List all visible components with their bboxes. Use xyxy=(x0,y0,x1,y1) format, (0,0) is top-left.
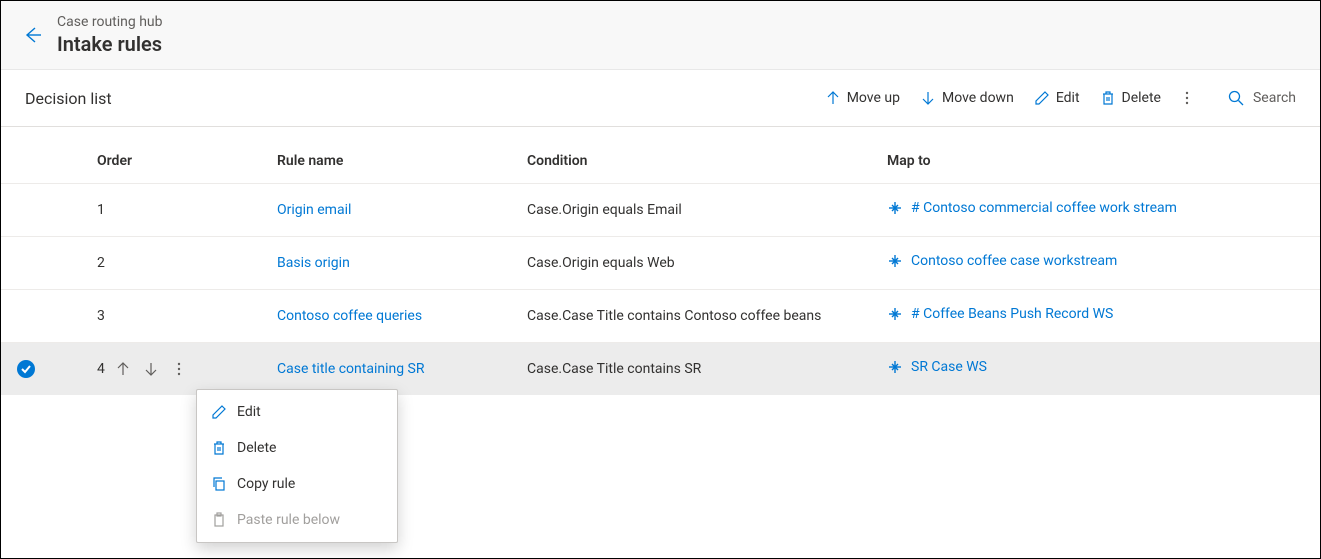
context-paste-label: Paste rule below xyxy=(237,512,340,528)
row-more-button[interactable] xyxy=(171,361,187,377)
arrow-down-icon xyxy=(143,361,159,377)
context-copy-label: Copy rule xyxy=(237,476,295,492)
row-order: 1 xyxy=(97,202,105,218)
arrow-up-icon xyxy=(825,90,841,106)
row-select-checkbox[interactable] xyxy=(17,360,35,378)
row-order: 4 xyxy=(97,361,105,377)
row-order: 2 xyxy=(97,255,105,271)
row-move-down-button[interactable] xyxy=(143,361,159,377)
table-row[interactable]: 3 Contoso coffee queries Case.Case Title… xyxy=(1,289,1320,342)
context-copy-item[interactable]: Copy rule xyxy=(197,466,397,502)
map-to-label: # Contoso commercial coffee work stream xyxy=(911,200,1177,216)
move-down-button[interactable]: Move down xyxy=(910,84,1024,112)
table-row[interactable]: 2 Basis origin Case.Origin equals Web Co… xyxy=(1,236,1320,289)
move-down-label: Move down xyxy=(942,90,1014,106)
map-to-link[interactable]: # Contoso commercial coffee work stream xyxy=(887,200,1177,216)
col-condition[interactable]: Condition xyxy=(527,153,887,169)
map-to-label: # Coffee Beans Push Record WS xyxy=(911,306,1113,322)
col-order[interactable]: Order xyxy=(97,153,277,169)
delete-label: Delete xyxy=(1122,90,1161,106)
copy-icon xyxy=(211,476,227,492)
search-button[interactable]: Search xyxy=(1227,89,1296,107)
row-move-up-button[interactable] xyxy=(115,361,131,377)
more-vertical-icon xyxy=(171,361,187,377)
condition-cell: Case.Origin equals Email xyxy=(527,202,887,218)
map-to-label: SR Case WS xyxy=(911,359,987,375)
trash-icon xyxy=(1100,90,1116,106)
context-edit-label: Edit xyxy=(237,404,261,420)
table-header-row: Order Rule name Condition Map to xyxy=(1,139,1320,183)
back-button[interactable] xyxy=(17,19,49,51)
pencil-icon xyxy=(211,404,227,420)
section-title: Decision list xyxy=(25,89,112,108)
move-up-label: Move up xyxy=(847,90,900,106)
command-bar: Decision list Move up Move down xyxy=(1,70,1320,127)
workstream-icon xyxy=(887,306,903,322)
edit-label: Edit xyxy=(1056,90,1080,106)
condition-cell: Case.Case Title contains Contoso coffee … xyxy=(527,308,887,324)
workstream-icon xyxy=(887,200,903,216)
page-title: Intake rules xyxy=(57,31,163,57)
edit-button[interactable]: Edit xyxy=(1024,84,1090,112)
delete-button[interactable]: Delete xyxy=(1090,84,1171,112)
breadcrumb[interactable]: Case routing hub xyxy=(57,13,163,31)
col-rule-name[interactable]: Rule name xyxy=(277,153,527,169)
context-paste-item: Paste rule below xyxy=(197,502,397,538)
rule-name-link[interactable]: Case title containing SR xyxy=(277,361,425,377)
paste-icon xyxy=(211,512,227,528)
arrow-left-icon xyxy=(23,25,43,45)
workstream-icon xyxy=(887,359,903,375)
decision-table: Order Rule name Condition Map to 1 Origi… xyxy=(1,127,1320,395)
map-to-link[interactable]: # Coffee Beans Push Record WS xyxy=(887,306,1113,322)
condition-cell: Case.Case Title contains SR xyxy=(527,361,887,377)
map-to-label: Contoso coffee case workstream xyxy=(911,253,1117,269)
more-vertical-icon xyxy=(1179,90,1195,106)
arrow-up-icon xyxy=(115,361,131,377)
pencil-icon xyxy=(1034,90,1050,106)
check-icon xyxy=(20,363,32,375)
search-label: Search xyxy=(1253,90,1296,106)
move-up-button[interactable]: Move up xyxy=(815,84,910,112)
row-context-menu: Edit Delete Copy rule xyxy=(196,389,398,543)
rule-name-link[interactable]: Contoso coffee queries xyxy=(277,308,422,324)
table-row[interactable]: 1 Origin email Case.Origin equals Email … xyxy=(1,183,1320,236)
context-edit-item[interactable]: Edit xyxy=(197,394,397,430)
workstream-icon xyxy=(887,253,903,269)
row-order: 3 xyxy=(97,308,105,324)
condition-cell: Case.Origin equals Web xyxy=(527,255,887,271)
page-header: Case routing hub Intake rules xyxy=(1,1,1320,70)
more-commands-button[interactable] xyxy=(1171,84,1203,112)
search-icon xyxy=(1227,89,1245,107)
map-to-link[interactable]: SR Case WS xyxy=(887,359,987,375)
map-to-link[interactable]: Contoso coffee case workstream xyxy=(887,253,1117,269)
context-delete-item[interactable]: Delete xyxy=(197,430,397,466)
col-map-to[interactable]: Map to xyxy=(887,153,1320,169)
arrow-down-icon xyxy=(920,90,936,106)
rule-name-link[interactable]: Origin email xyxy=(277,202,351,218)
rule-name-link[interactable]: Basis origin xyxy=(277,255,350,271)
trash-icon xyxy=(211,440,227,456)
table-row[interactable]: 4 xyxy=(1,342,1320,395)
context-delete-label: Delete xyxy=(237,440,276,456)
